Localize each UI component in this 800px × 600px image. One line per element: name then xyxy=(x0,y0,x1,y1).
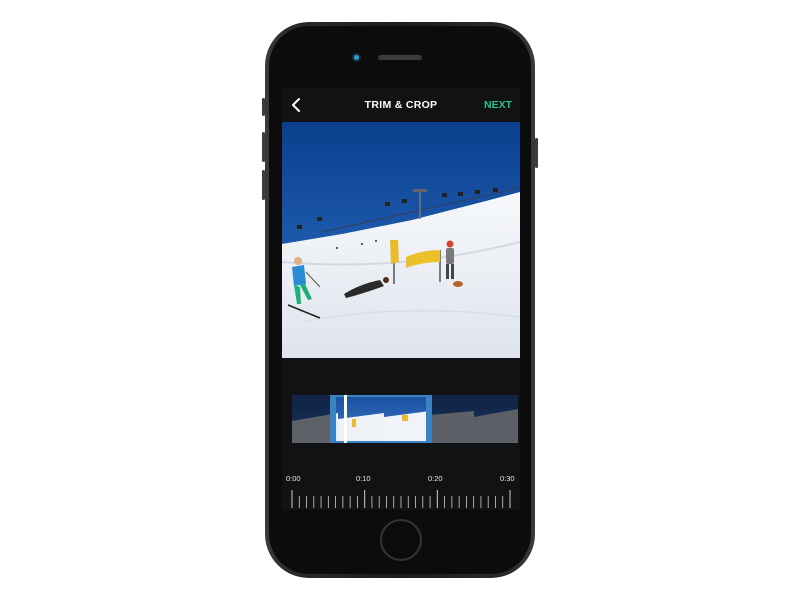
playhead[interactable] xyxy=(344,395,347,443)
timeline-label-10: 0:10 xyxy=(356,474,371,483)
app-screen: TRIM & CROP NEXT 0:00 0:10 0:20 0:30 xyxy=(282,88,520,510)
trim-filmstrip[interactable] xyxy=(292,395,518,443)
trim-dim-left xyxy=(292,395,330,443)
timeline-ticks xyxy=(291,490,511,508)
nav-bar: TRIM & CROP NEXT xyxy=(282,88,520,122)
timeline-label-20: 0:20 xyxy=(428,474,443,483)
silent-switch xyxy=(262,98,265,116)
crop-preview-image[interactable] xyxy=(282,122,520,358)
timeline-ruler[interactable]: 0:00 0:10 0:20 0:30 xyxy=(282,474,520,510)
front-camera xyxy=(352,53,361,62)
home-button[interactable] xyxy=(380,519,422,561)
trim-handle-start[interactable] xyxy=(330,395,336,443)
volume-down-button xyxy=(262,170,265,200)
next-button[interactable]: NEXT xyxy=(484,99,512,111)
trim-handle-end[interactable] xyxy=(426,395,432,443)
timeline-label-0: 0:00 xyxy=(286,474,301,483)
timeline-label-30: 0:30 xyxy=(500,474,515,483)
earpiece-speaker xyxy=(378,55,422,60)
power-button xyxy=(535,138,538,168)
volume-up-button xyxy=(262,132,265,162)
trim-dim-right xyxy=(432,395,518,443)
